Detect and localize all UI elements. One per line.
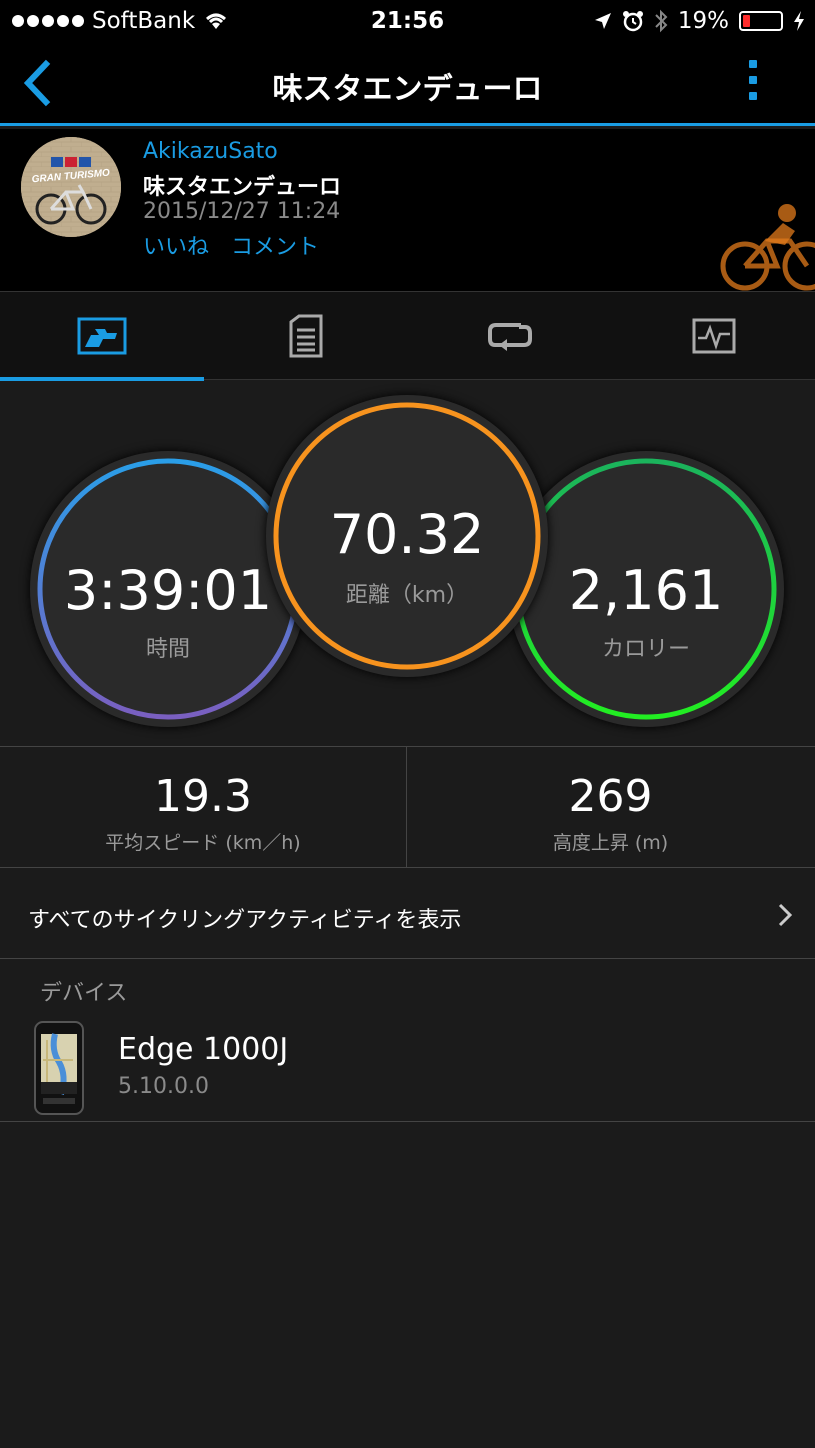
- alarm-icon: [622, 11, 643, 32]
- laps-icon: [488, 323, 532, 351]
- location-icon: [594, 13, 611, 29]
- time-value: 3:39:01: [63, 559, 273, 622]
- tab-overview[interactable]: [0, 292, 204, 381]
- nav-bar: 味スタエンデューロ: [0, 44, 815, 126]
- distance-ring: 70.32 距離（km）: [266, 395, 548, 677]
- comment-link[interactable]: コメント: [231, 229, 319, 261]
- overview-icon: [77, 317, 127, 355]
- user-name-link[interactable]: AkikazuSato: [143, 139, 278, 164]
- distance-label: 距離（km）: [345, 583, 469, 608]
- calories-label: カロリー: [601, 637, 690, 662]
- chevron-right-icon: [778, 903, 793, 927]
- avg-speed-stat: 19.3 平均スピード (km／h): [0, 747, 407, 867]
- calories-value: 2,161: [568, 559, 724, 622]
- tab-laps[interactable]: [408, 292, 612, 380]
- summary-rings: 3:39:01 時間 2,161 カロリー 70.32 距離（km）: [0, 381, 815, 746]
- activity-datetime: 2015/12/27 11:24: [143, 199, 341, 224]
- device-name: Edge 1000J: [118, 1032, 289, 1067]
- charging-icon: [794, 11, 804, 31]
- avg-speed-label: 平均スピード (km／h): [105, 832, 301, 854]
- calories-ring: 2,161 カロリー: [508, 451, 784, 727]
- devices-header: デバイス: [40, 981, 128, 1006]
- cycling-icon: [720, 204, 815, 291]
- social-links: いいね コメント: [143, 229, 319, 261]
- garmin-edge-device-icon: [34, 1021, 84, 1115]
- details-icon: [289, 314, 323, 358]
- elevation-value: 269: [568, 771, 653, 822]
- all-cycling-activities-row[interactable]: すべてのサイクリングアクティビティを表示: [0, 869, 815, 959]
- tab-bar: [0, 292, 815, 381]
- bluetooth-icon: [655, 9, 668, 33]
- more-vertical-icon[interactable]: [743, 60, 763, 108]
- time-label: 時間: [145, 637, 190, 662]
- all-cycling-activities-label: すべてのサイクリングアクティビティを表示: [28, 908, 462, 933]
- avatar[interactable]: GRAN TURISMO: [21, 137, 121, 237]
- elevation-stat: 269 高度上昇 (m): [407, 747, 814, 867]
- distance-value: 70.32: [329, 503, 485, 566]
- avg-speed-value: 19.3: [154, 771, 252, 822]
- like-link[interactable]: いいね: [143, 229, 209, 261]
- status-bar: SoftBank 21:56 19%: [0, 0, 815, 44]
- chart-icon: [692, 318, 736, 354]
- battery-percent: 19%: [677, 8, 729, 34]
- device-version: 5.10.0.0: [118, 1074, 209, 1099]
- device-row[interactable]: Edge 1000J 5.10.0.0: [0, 1012, 815, 1122]
- time-ring: 3:39:01 時間: [30, 451, 306, 727]
- tab-details[interactable]: [204, 292, 408, 380]
- page-title: 味スタエンデューロ: [272, 72, 543, 107]
- stats-row: 19.3 平均スピード (km／h) 269 高度上昇 (m): [0, 746, 815, 868]
- activity-name: 味スタエンデューロ: [143, 175, 342, 200]
- status-right: 19%: [594, 8, 805, 34]
- activity-header: GRAN TURISMO AkikazuSato 味スタエンデューロ 2015/…: [0, 129, 815, 292]
- tab-charts[interactable]: [612, 292, 815, 380]
- battery-icon: [739, 11, 783, 31]
- elevation-label: 高度上昇 (m): [552, 832, 669, 854]
